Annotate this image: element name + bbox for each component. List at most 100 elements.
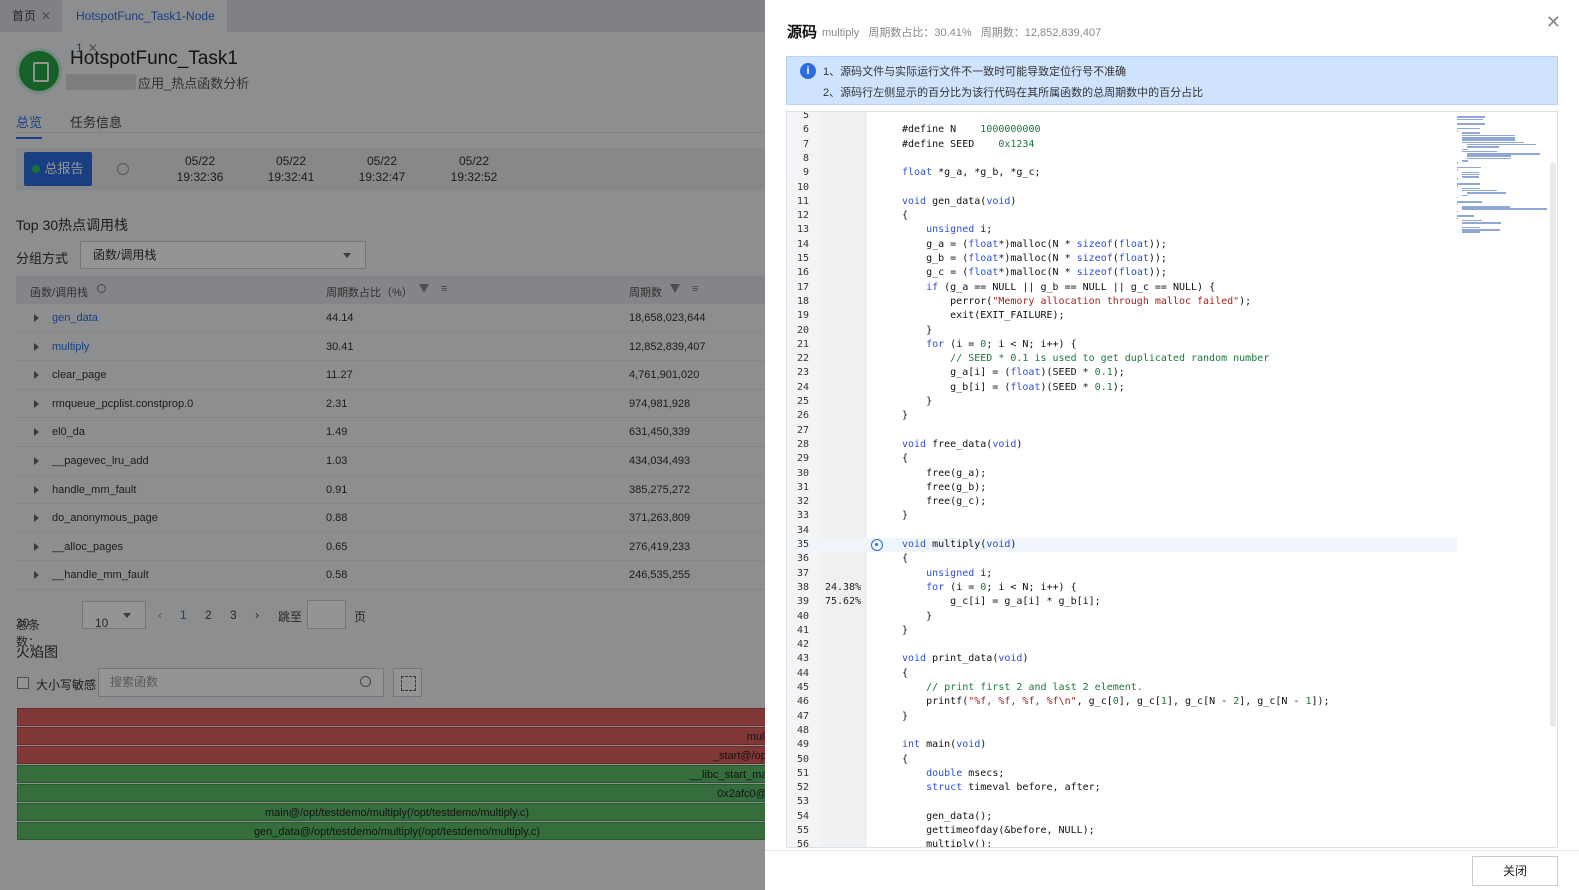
code-text: } bbox=[902, 710, 909, 722]
close-icon[interactable]: ✕ bbox=[1546, 12, 1561, 33]
line-number: 8 bbox=[802, 152, 809, 164]
code-line[interactable]: 48 bbox=[787, 724, 1457, 738]
line-number: 31 bbox=[796, 481, 809, 493]
code-line[interactable]: 6 #define N 1000000000 bbox=[787, 123, 1457, 137]
line-number: 9 bbox=[802, 167, 809, 179]
code-line[interactable]: 21 for (i = 0; i < N; i++) { bbox=[787, 338, 1457, 352]
code-line[interactable]: 50 { bbox=[787, 753, 1457, 767]
code-minimap[interactable] bbox=[1457, 112, 1551, 247]
minimap-line bbox=[1457, 210, 1459, 213]
code-line[interactable]: 40 } bbox=[787, 610, 1457, 624]
code-text: } bbox=[902, 410, 909, 422]
code-line[interactable]: 32 free(g_c); bbox=[787, 495, 1457, 509]
line-number: 36 bbox=[796, 553, 809, 565]
code-line[interactable]: 27 bbox=[787, 424, 1457, 438]
line-number: 40 bbox=[796, 610, 809, 622]
line-number: 43 bbox=[796, 653, 809, 665]
minimap-line bbox=[1457, 217, 1459, 220]
line-number: 27 bbox=[796, 424, 809, 436]
minimap-line bbox=[1466, 192, 1507, 194]
code-text: free(g_b); bbox=[902, 481, 987, 493]
code-line[interactable]: 8 bbox=[787, 152, 1457, 166]
code-line[interactable]: 49 int main(void) bbox=[787, 738, 1457, 752]
code-line[interactable]: 9 float *g_a, *g_b, *g_c; bbox=[787, 166, 1457, 180]
line-number: 49 bbox=[796, 739, 809, 751]
code-line[interactable]: 16 g_c = (float*)malloc(N * sizeof(float… bbox=[787, 266, 1457, 280]
code-line[interactable]: 19 exit(EXIT_FAILURE); bbox=[787, 309, 1457, 323]
code-line[interactable]: 29 { bbox=[787, 452, 1457, 466]
code-line[interactable]: 7 #define SEED 0x1234 bbox=[787, 138, 1457, 152]
locate-target-icon[interactable] bbox=[871, 539, 883, 551]
code-line[interactable]: 20 } bbox=[787, 324, 1457, 338]
line-number: 51 bbox=[796, 767, 809, 779]
code-line[interactable]: 28 void free_data(void) bbox=[787, 438, 1457, 452]
code-text: unsigned i; bbox=[926, 224, 993, 236]
code-line[interactable]: 10 bbox=[787, 181, 1457, 195]
line-number: 22 bbox=[796, 353, 809, 365]
code-line[interactable]: 41} bbox=[787, 624, 1457, 638]
code-line[interactable]: 18 perror("Memory allocation through mal… bbox=[787, 295, 1457, 309]
code-text: } bbox=[902, 396, 933, 407]
code-line[interactable]: 26} bbox=[787, 409, 1457, 423]
code-text: } bbox=[902, 324, 933, 336]
code-line[interactable]: 56 multiply(); bbox=[787, 838, 1457, 847]
drawer-cycle-pct: 周期数占比：30.41% bbox=[868, 27, 972, 39]
code-line[interactable]: 45 // print first 2 and last 2 element. bbox=[787, 681, 1457, 695]
line-number: 37 bbox=[796, 567, 809, 579]
code-line[interactable]: 54 gen_data(); bbox=[787, 810, 1457, 824]
line-number: 25 bbox=[796, 396, 809, 407]
line-percent: 75.62% bbox=[824, 596, 862, 608]
code-text: } bbox=[902, 510, 909, 522]
code-line[interactable]: 15 g_b = (float*)malloc(N * sizeof(float… bbox=[787, 252, 1457, 266]
line-number: 26 bbox=[796, 410, 809, 422]
code-line[interactable]: 30 free(g_a); bbox=[787, 467, 1457, 481]
code-line[interactable]: 11 void gen_data(void) bbox=[787, 195, 1457, 209]
code-line[interactable]: 22 // SEED * 0.1 is used to get duplicat… bbox=[787, 352, 1457, 366]
code-line[interactable]: 24 g_b[i] = (float)(SEED * 0.1); bbox=[787, 381, 1457, 395]
code-line[interactable]: 14 g_a = (float*)malloc(N * sizeof(float… bbox=[787, 238, 1457, 252]
code-line[interactable]: 38 24.38% for (i = 0; i < N; i++) { bbox=[787, 581, 1457, 595]
code-line[interactable]: 42 bbox=[787, 638, 1457, 652]
line-number: 39 bbox=[796, 596, 809, 608]
code-line[interactable]: 31 free(g_b); bbox=[787, 481, 1457, 495]
line-number: 34 bbox=[796, 524, 809, 536]
code-line[interactable]: 33} bbox=[787, 509, 1457, 523]
code-line[interactable]: 25 } bbox=[787, 395, 1457, 409]
line-number: 17 bbox=[796, 281, 809, 293]
code-text: gettimeofday(&before, NULL); bbox=[902, 825, 1095, 836]
code-text: struct timeval before, after; bbox=[926, 782, 1101, 794]
code-line[interactable]: 39 75.62% g_c[i] = g_a[i] * g_b[i]; bbox=[787, 595, 1457, 609]
code-line[interactable]: 17 if (g_a == NULL || g_b == NULL || g_c… bbox=[787, 281, 1457, 295]
line-number: 38 bbox=[796, 581, 809, 593]
close-button[interactable]: 关闭 bbox=[1472, 856, 1558, 886]
code-line[interactable]: 55 gettimeofday(&before, NULL); bbox=[787, 824, 1457, 838]
line-number: 42 bbox=[796, 639, 809, 651]
minimap-line bbox=[1457, 178, 1459, 180]
code-line[interactable]: 35 void multiply(void) bbox=[787, 538, 1457, 553]
code-line[interactable]: 53 bbox=[787, 795, 1457, 809]
code-text: g_c[i] = g_a[i] * g_b[i]; bbox=[902, 596, 1101, 608]
code-line[interactable]: 46 printf("%f, %f, %f, %f\n", g_c[0], g_… bbox=[787, 695, 1457, 709]
code-text: { bbox=[902, 753, 909, 765]
code-line[interactable]: 5 bbox=[787, 111, 1457, 123]
code-text: double msecs; bbox=[926, 767, 1005, 779]
code-viewer[interactable]: 5 6 #define N 1000000000 7 #define SEED 0x12… bbox=[786, 111, 1558, 848]
vertical-scrollbar[interactable] bbox=[1550, 162, 1556, 727]
code-line[interactable]: 36 { bbox=[787, 552, 1457, 566]
line-number: 15 bbox=[796, 253, 809, 264]
line-number: 5 bbox=[802, 111, 809, 121]
code-line[interactable]: 43 void print_data(void) bbox=[787, 652, 1457, 666]
code-line[interactable]: 51 double msecs; bbox=[787, 767, 1457, 781]
code-line[interactable]: 47} bbox=[787, 710, 1457, 724]
code-text: { bbox=[902, 210, 909, 222]
code-line[interactable]: 44 { bbox=[787, 667, 1457, 681]
code-line[interactable]: 23 g_a[i] = (float)(SEED * 0.1); bbox=[787, 366, 1457, 380]
code-line[interactable]: 13 unsigned i; bbox=[787, 223, 1457, 237]
code-line[interactable]: 12 { bbox=[787, 209, 1457, 223]
modal-backdrop[interactable] bbox=[0, 0, 765, 890]
code-text: perror("Memory allocation through malloc… bbox=[902, 295, 1252, 307]
code-line[interactable]: 37 unsigned i; bbox=[787, 567, 1457, 581]
minimap-line bbox=[1461, 194, 1468, 197]
code-line[interactable]: 34 bbox=[787, 524, 1457, 538]
code-line[interactable]: 52 struct timeval before, after; bbox=[787, 781, 1457, 795]
